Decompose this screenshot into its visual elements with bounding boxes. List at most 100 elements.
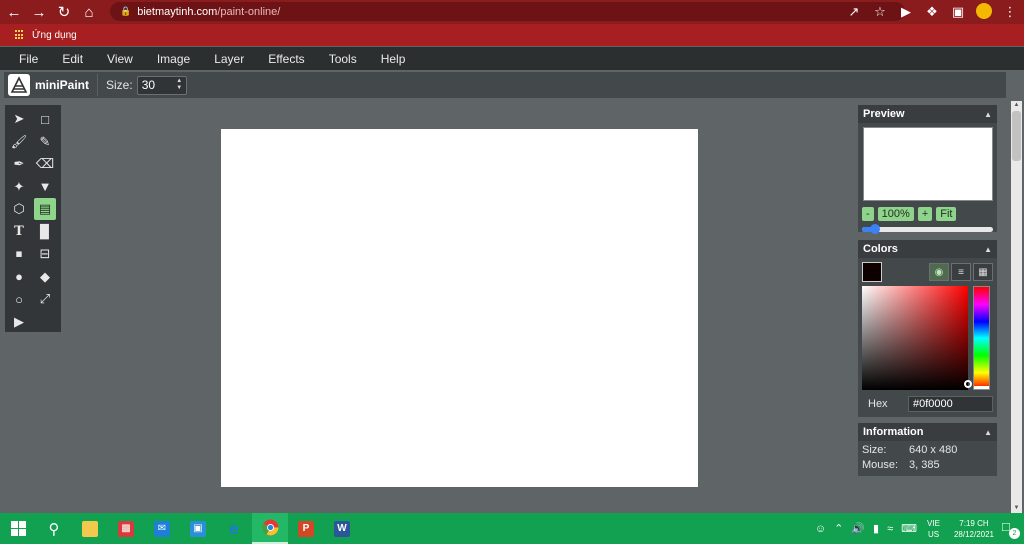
zoom-fit-button[interactable]: Fit — [936, 207, 957, 221]
bulge-icon[interactable]: ○ — [8, 288, 30, 310]
scroll-down-icon[interactable]: ▼ — [1011, 504, 1022, 513]
side-panel-icon[interactable]: ▣ — [948, 4, 968, 20]
volume-icon[interactable]: 🔊 — [851, 522, 865, 535]
system-tray: ☺ ⌃ 🔊 ▮ ≈ ⌨ VIE US 7:19 CH 28/12/2021 □ … — [811, 513, 1024, 544]
sharpen-icon[interactable]: ◆ — [34, 266, 56, 288]
word-icon[interactable]: W — [324, 513, 360, 544]
extension-play-icon[interactable]: ▶ — [896, 4, 916, 20]
size-spinner-icon[interactable]: ▲ ▼ — [175, 78, 184, 93]
reload-icon[interactable]: ↻ — [53, 1, 75, 23]
show-hidden-icons-icon[interactable]: ⌃ — [834, 522, 843, 535]
scrollbar-thumb[interactable] — [1012, 111, 1021, 161]
powerpoint-icon[interactable]: P — [288, 513, 324, 544]
text-icon[interactable]: T — [8, 221, 30, 243]
info-mouse-value: 3, 385 — [909, 459, 940, 471]
battery-icon[interactable]: ▮ — [873, 522, 879, 535]
animation-icon[interactable]: ▶ — [8, 311, 30, 333]
size-value: 30 — [141, 78, 156, 92]
image-icon[interactable]: ▤ — [34, 198, 56, 220]
brush-icon[interactable]: 🖌 — [8, 131, 30, 153]
forward-icon[interactable]: → — [28, 1, 50, 23]
url-path: /paint-online/ — [217, 5, 281, 18]
saturation-value-picker[interactable] — [862, 286, 972, 390]
gradient-icon[interactable]: ▉ — [34, 221, 56, 243]
size-label: Size: — [106, 78, 133, 92]
menu-help[interactable]: Help — [381, 52, 406, 66]
clock-date: 28/12/2021 — [953, 529, 994, 539]
pencil-icon[interactable]: ✎ — [34, 131, 56, 153]
zoom-slider[interactable] — [862, 224, 993, 234]
information-panel: Information ▲ Size: 640 x 480 Mouse: 3, … — [858, 423, 997, 476]
menu-file[interactable]: File — [19, 52, 38, 66]
preview-thumbnail[interactable] — [862, 127, 993, 201]
home-icon[interactable]: ⌂ — [78, 1, 100, 23]
collapse-caret-icon[interactable]: ▲ — [984, 428, 992, 437]
apps-grid-icon[interactable] — [15, 30, 25, 40]
profile-avatar[interactable] — [974, 2, 994, 22]
language-indicator[interactable]: VIE US — [927, 518, 940, 540]
drawing-canvas[interactable] — [221, 129, 698, 487]
shape-icon[interactable]: ⬡ — [8, 198, 30, 220]
mail-icon[interactable]: ✉ — [144, 513, 180, 544]
eyedropper-icon[interactable]: ✒ — [8, 153, 30, 175]
menu-edit[interactable]: Edit — [62, 52, 83, 66]
information-header[interactable]: Information ▲ — [858, 423, 997, 441]
edge-icon[interactable]: e — [216, 513, 252, 544]
hue-slider[interactable] — [973, 286, 990, 390]
magic-wand-icon[interactable]: ✦ — [8, 176, 30, 198]
bookmark-star-icon[interactable]: ☆ — [870, 4, 890, 20]
share-icon[interactable]: ↗ — [844, 4, 864, 20]
collapse-caret-icon[interactable]: ▲ — [984, 110, 992, 119]
menu-layer[interactable]: Layer — [214, 52, 244, 66]
search-icon[interactable]: ⚲ — [36, 513, 72, 544]
stamp-icon[interactable]: ⏹ — [8, 243, 30, 265]
file-explorer-icon[interactable] — [72, 513, 108, 544]
list-mode-icon[interactable]: ≡ — [951, 263, 971, 281]
color-picker-handle[interactable] — [964, 380, 972, 388]
rectangle-select-icon[interactable]: □ — [34, 108, 56, 130]
size-input[interactable]: 30 ▲ ▼ — [136, 75, 187, 95]
keyboard-icon[interactable]: ⌨ — [901, 522, 917, 535]
bookmark-apps-link[interactable]: Ứng dụng — [32, 30, 77, 41]
select-icon[interactable]: ➤ — [8, 108, 30, 130]
wifi-icon[interactable]: ≈ — [887, 523, 893, 535]
menu-tools[interactable]: Tools — [329, 52, 357, 66]
zoom-slider-handle[interactable] — [870, 224, 881, 234]
store-icon[interactable]: ▣ — [180, 513, 216, 544]
extensions-puzzle-icon[interactable]: ❖ — [922, 4, 942, 20]
blur-icon[interactable]: ● — [8, 266, 30, 288]
menu-image[interactable]: Image — [157, 52, 190, 66]
browser-toolbar: ← → ↻ ⌂ 🔒 bietmaytinh.com/paint-online/ … — [0, 0, 1024, 24]
menu-view[interactable]: View — [107, 52, 133, 66]
taskbar-clock[interactable]: 7:19 CH 28/12/2021 — [954, 518, 994, 540]
back-icon[interactable]: ← — [3, 1, 25, 23]
menu-effects[interactable]: Effects — [268, 52, 304, 66]
hex-input[interactable]: #0f0000 — [908, 396, 993, 412]
palette-mode-icon[interactable]: ◉ — [929, 263, 949, 281]
current-color-swatch[interactable] — [862, 262, 882, 282]
crop-icon[interactable]: ⊟ — [34, 243, 56, 265]
collapse-caret-icon[interactable]: ▲ — [984, 245, 992, 254]
hue-slider-handle[interactable] — [974, 386, 989, 389]
zoom-out-button[interactable]: - — [862, 207, 874, 221]
resize-icon[interactable]: ⤢ — [34, 288, 56, 310]
zoom-in-button[interactable]: + — [917, 207, 933, 221]
info-size-label: Size: — [862, 444, 887, 456]
page-scrollbar[interactable]: ▲ ▼ — [1011, 101, 1022, 513]
people-icon[interactable]: ☺ — [815, 523, 826, 535]
browser-menu-icon[interactable]: ⋮ — [1000, 4, 1020, 20]
notification-center-icon[interactable]: □ 2 — [1002, 519, 1024, 539]
eraser-icon[interactable]: ⌫ — [34, 153, 56, 175]
windows-start-icon[interactable] — [0, 513, 36, 544]
chrome-icon[interactable] — [252, 513, 288, 544]
address-bar[interactable]: 🔒 bietmaytinh.com/paint-online/ — [110, 2, 905, 21]
preview-header[interactable]: Preview ▲ — [858, 105, 997, 123]
colors-header[interactable]: Colors ▲ — [858, 240, 997, 258]
fill-bucket-icon[interactable]: ▼ — [34, 176, 56, 198]
grid-mode-icon[interactable]: ▦ — [973, 263, 993, 281]
colors-panel: Colors ▲ ◉ ≡ ▦ Hex #0f0000 — [858, 240, 997, 417]
zoom-value-button[interactable]: 100% — [877, 207, 914, 221]
preview-panel: Preview ▲ - 100% + Fit — [858, 105, 997, 234]
gift-icon[interactable]: ▩ — [108, 513, 144, 544]
scroll-up-icon[interactable]: ▲ — [1011, 101, 1022, 110]
